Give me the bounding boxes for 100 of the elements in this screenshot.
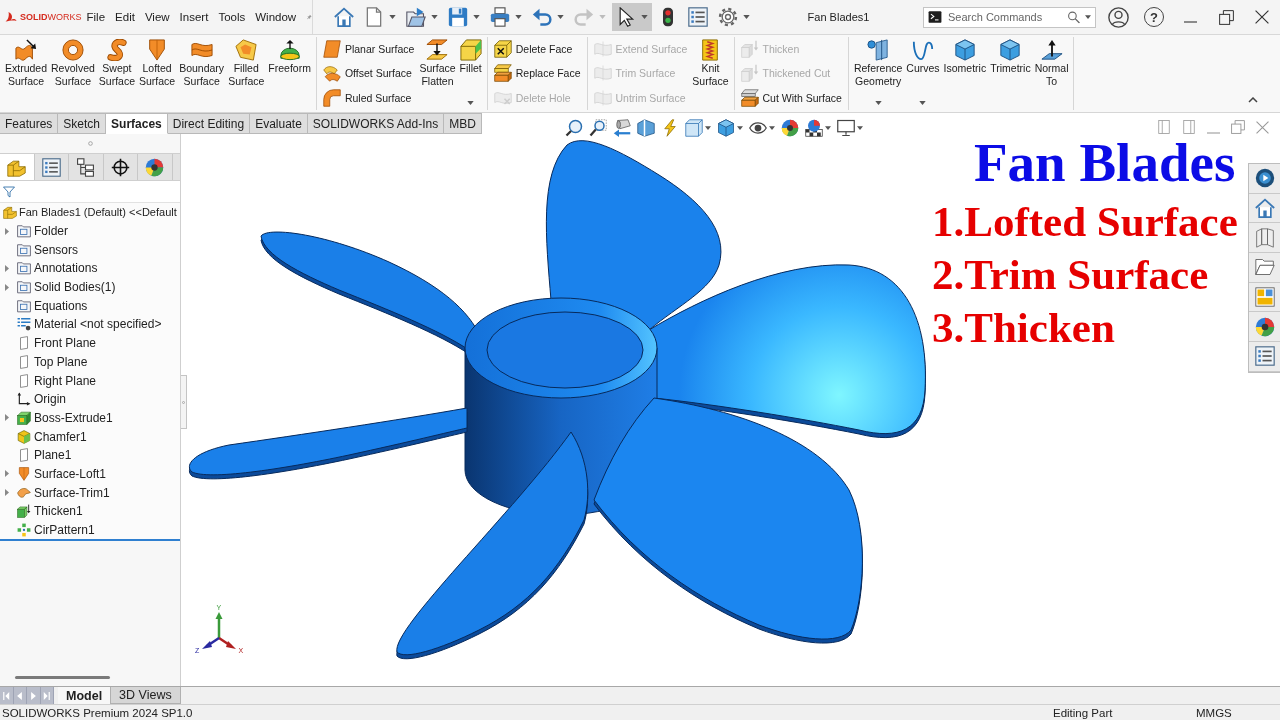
plane-point-icon <box>867 39 890 61</box>
tree-item[interactable]: Sensors <box>34 242 79 257</box>
command-tab[interactable]: Direct Editing <box>167 113 251 134</box>
caret-icon[interactable] <box>1085 15 1091 19</box>
menu-item[interactable]: Window <box>250 11 302 23</box>
select-button[interactable] <box>612 3 652 31</box>
ribbon-command[interactable]: Planar Surface <box>322 37 415 62</box>
minimize-icon[interactable] <box>1183 21 1197 23</box>
splitter-handle[interactable] <box>181 375 187 429</box>
menu-item[interactable]: Tools <box>213 11 251 23</box>
units-indicator[interactable]: MMGS <box>1196 706 1232 719</box>
ribbon-button[interactable]: Extruded Surface <box>3 37 50 110</box>
expand-arrow-icon[interactable] <box>5 227 9 235</box>
drag-handle-icon[interactable] <box>87 141 93 146</box>
tree-item[interactable]: Annotations <box>34 261 98 276</box>
ribbon-button[interactable]: Filled Surface <box>226 37 267 110</box>
command-tab[interactable]: Surfaces <box>106 113 168 134</box>
scroll-bar[interactable] <box>15 676 110 679</box>
eye-icon[interactable] <box>749 119 767 137</box>
ribbon-button[interactable]: Isometric <box>941 37 989 110</box>
roller-arrow-icon[interactable] <box>613 119 631 137</box>
task-pane-tab[interactable] <box>1249 312 1280 343</box>
task-pane-tab[interactable] <box>1249 253 1280 283</box>
command-tab[interactable]: Features <box>0 113 59 134</box>
command-tab[interactable]: SOLIDWORKS Add-Ins <box>307 113 445 134</box>
expand-arrow-icon[interactable] <box>5 414 9 422</box>
caret-icon[interactable] <box>874 101 882 105</box>
close-icon[interactable] <box>1255 10 1269 24</box>
expand-arrow-icon[interactable] <box>5 283 9 291</box>
expand-arrow-icon[interactable] <box>5 264 9 272</box>
ribbon-button[interactable]: Revolved Surface <box>49 37 97 110</box>
task-pane-tab[interactable] <box>1249 193 1280 224</box>
filter-icon[interactable] <box>3 185 15 198</box>
ribbon-button[interactable]: Surface Flatten <box>417 37 458 110</box>
tree-item[interactable]: CirPattern1 <box>34 523 95 538</box>
tree-item[interactable]: Fan Blades1 (Default) <<Default <box>19 206 177 219</box>
ribbon-button[interactable]: Trimetric <box>988 37 1033 110</box>
tree-item[interactable]: Origin <box>34 392 66 407</box>
ribbon-button[interactable]: Normal To <box>1032 37 1071 110</box>
ribbon-command[interactable]: Delete Face <box>493 37 581 62</box>
caret-icon[interactable] <box>467 101 475 105</box>
ribbon-button[interactable]: Fillet <box>457 37 484 110</box>
command-tab[interactable]: Evaluate <box>250 113 308 134</box>
search-field[interactable]: Search Commands <box>923 6 1096 28</box>
menu-item[interactable]: Edit <box>110 11 140 23</box>
pin-icon[interactable] <box>307 12 312 22</box>
ribbon-button[interactable]: Boundary Surface <box>177 37 227 110</box>
ribbon-button[interactable]: Reference Geometry <box>851 37 905 110</box>
tree-item[interactable]: Boss-Extrude1 <box>34 410 113 425</box>
magnifier-icon[interactable] <box>565 119 583 137</box>
wire-cube-icon[interactable] <box>685 119 703 137</box>
caret-up-icon[interactable] <box>1248 97 1258 103</box>
tab-scroll-button[interactable] <box>27 687 41 704</box>
restore-icon[interactable] <box>1218 9 1234 25</box>
tree-item[interactable]: Top Plane <box>34 354 88 369</box>
ribbon-button[interactable]: Curves <box>904 37 942 110</box>
caret-icon[interactable] <box>857 126 863 130</box>
caret-icon[interactable] <box>769 126 775 130</box>
tree-item[interactable]: Right Plane <box>34 373 97 388</box>
bottom-tab[interactable]: Model <box>58 687 111 704</box>
ribbon-button[interactable]: Knit Surface <box>690 37 731 110</box>
ribbon-command[interactable]: Cut With Surface <box>740 85 842 110</box>
caret-icon[interactable] <box>919 101 927 105</box>
tree-item[interactable]: Surface-Trim1 <box>34 485 110 500</box>
tree-item[interactable]: Folder <box>34 224 68 239</box>
menu-item[interactable]: View <box>139 11 175 23</box>
tree-item[interactable]: Thicken1 <box>34 504 83 519</box>
ribbon-button[interactable]: Swept Surface <box>96 37 137 110</box>
monitor-icon[interactable] <box>837 119 855 137</box>
tree-item[interactable]: Chamfer1 <box>34 429 87 444</box>
box-stack-icon <box>493 64 512 83</box>
magnifier-icon[interactable] <box>589 119 607 137</box>
task-pane-tab[interactable] <box>1249 164 1280 194</box>
caret-icon[interactable] <box>705 126 711 130</box>
tab-scroll-button[interactable] <box>0 687 14 704</box>
ribbon-button[interactable]: Lofted Surface <box>137 37 178 110</box>
lightning-icon[interactable] <box>661 119 679 137</box>
ribbon-button[interactable]: Freeform <box>266 37 313 110</box>
caret-icon[interactable] <box>825 126 831 130</box>
user-icon[interactable] <box>1107 6 1129 28</box>
scene-ball-icon[interactable] <box>805 119 823 137</box>
ribbon-command[interactable]: Replace Face <box>493 61 581 86</box>
tree-item[interactable]: Front Plane <box>34 336 97 351</box>
tree-item[interactable]: Material <not specified> <box>34 317 162 332</box>
ribbon-command[interactable]: Ruled Surface <box>322 85 415 110</box>
ribbon-command[interactable]: Offset Surface <box>322 61 415 86</box>
color-ball-icon[interactable] <box>781 119 799 137</box>
command-tab[interactable]: Sketch <box>58 113 107 134</box>
expand-arrow-icon[interactable] <box>5 470 9 478</box>
tree-item[interactable]: Equations <box>34 298 88 313</box>
tree-item[interactable]: Surface-Loft1 <box>34 466 107 481</box>
tree-item[interactable]: Plane1 <box>34 448 72 463</box>
command-tab[interactable]: MBD <box>444 113 482 134</box>
menu-item[interactable]: Insert <box>174 11 214 23</box>
bottom-tab[interactable]: 3D Views <box>110 687 181 704</box>
menu-item[interactable]: File <box>81 11 111 23</box>
expand-arrow-icon[interactable] <box>5 489 9 497</box>
caret-icon[interactable] <box>737 126 743 130</box>
sliced-box-icon[interactable] <box>637 119 655 137</box>
tree-item[interactable]: Solid Bodies(1) <box>34 280 116 295</box>
